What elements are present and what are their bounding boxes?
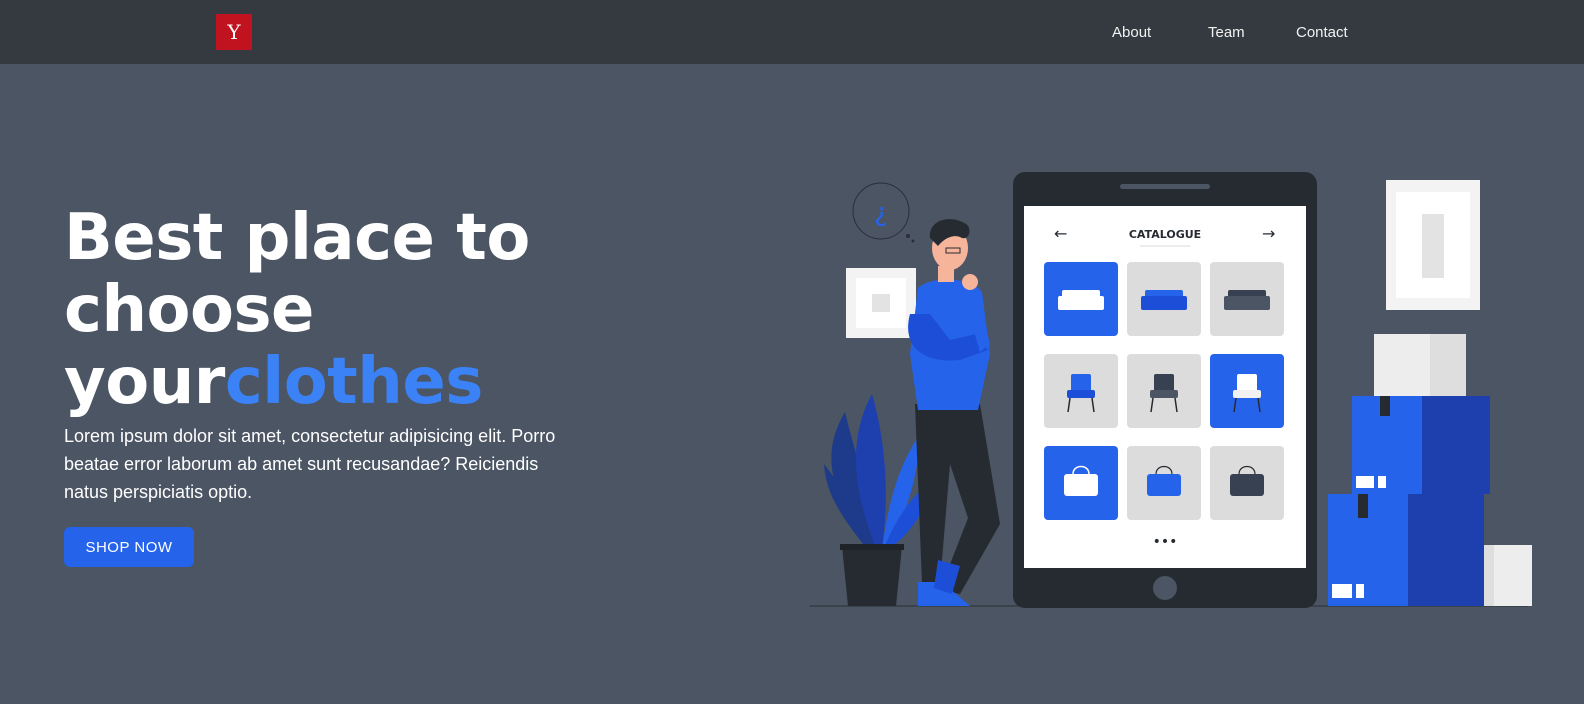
navbar: Y About Team Contact (0, 0, 1584, 64)
hero-section: Best place to choose yourclothes Lorem i… (0, 64, 1584, 704)
hero-illustration: ¿ ← CATALOGUE → ••• (810, 172, 1532, 608)
wall-frame-left (846, 268, 916, 338)
nav-link-team[interactable]: Team (1208, 24, 1245, 41)
catalogue-prev-arrow: ← (1054, 224, 1067, 243)
nav-link-contact[interactable]: Contact (1296, 24, 1348, 41)
hero-headline: Best place to choose yourclothes (64, 202, 624, 418)
shop-now-button[interactable]: SHOP NOW (64, 527, 194, 567)
tablet-illustration: ← CATALOGUE → ••• (1013, 172, 1317, 608)
nav-link-about[interactable]: About (1112, 24, 1151, 41)
headline-line-3-plain: your (64, 345, 225, 419)
headline-line-2: choose (64, 273, 314, 347)
svg-text:¿: ¿ (874, 198, 888, 228)
person-illustration (908, 219, 1000, 606)
brand-logo[interactable]: Y (216, 14, 252, 50)
page-bottom (0, 704, 1584, 728)
headline-accent-word: clothes (224, 345, 484, 419)
catalogue-next-arrow: → (1262, 224, 1275, 243)
catalogue-title: CATALOGUE (1129, 228, 1201, 241)
more-dots-icon: ••• (1153, 534, 1178, 550)
headline-line-1: Best place to (64, 201, 530, 275)
thought-bubble-icon: ¿ (852, 182, 915, 243)
hero-lead-text: Lorem ipsum dolor sit amet, consectetur … (64, 426, 556, 502)
wall-frame-right (1386, 180, 1480, 310)
stacked-boxes (1328, 334, 1532, 606)
brand-logo-letter: Y (227, 20, 241, 44)
